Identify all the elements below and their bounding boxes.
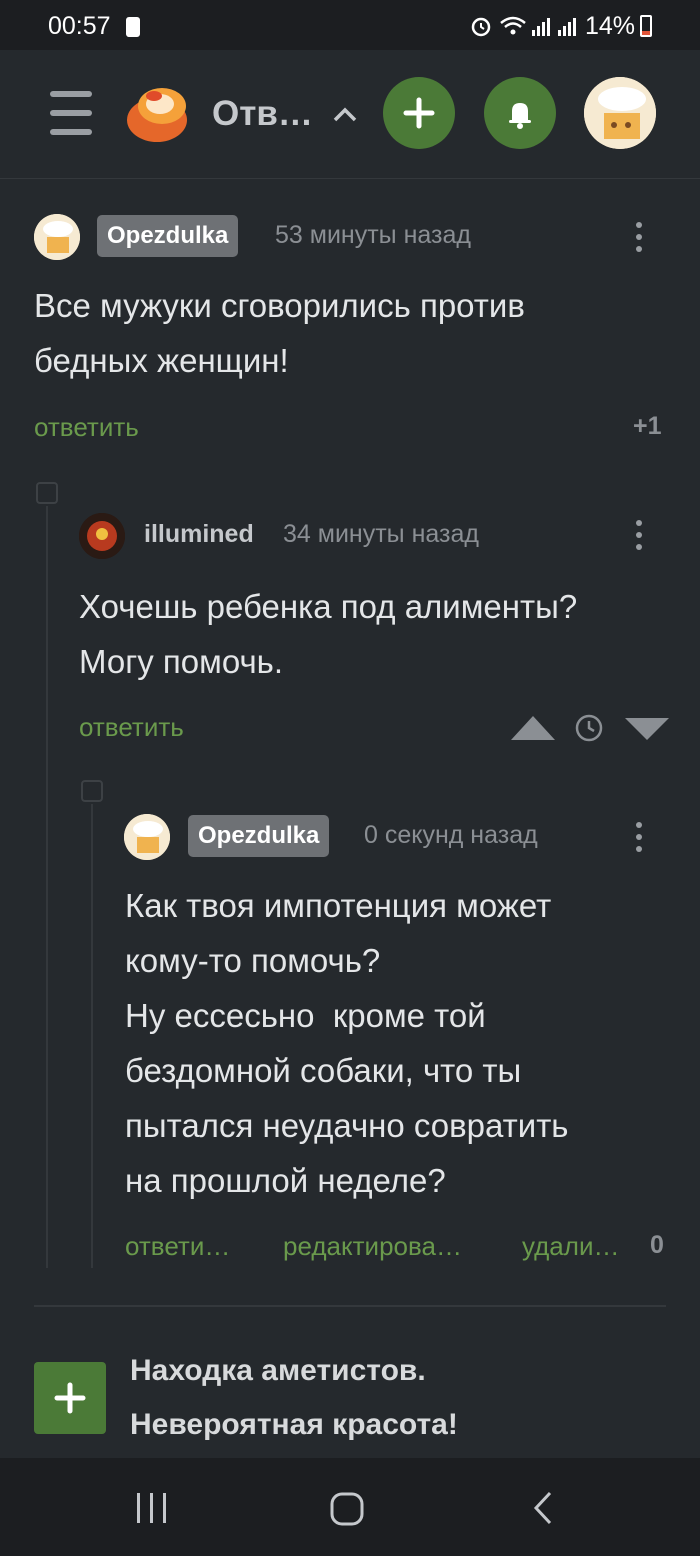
more-options-icon[interactable] xyxy=(636,822,644,858)
more-options-icon[interactable] xyxy=(636,222,644,258)
thread-line xyxy=(46,506,48,1268)
avatar[interactable] xyxy=(34,214,80,260)
add-post-button[interactable] xyxy=(383,77,455,149)
signal-icon-1 xyxy=(532,18,550,36)
avatar[interactable] xyxy=(79,513,125,559)
notifications-button[interactable] xyxy=(484,77,556,149)
story-title[interactable]: Находка аметистов. Невероятная красота! xyxy=(130,1344,458,1452)
bell-icon xyxy=(509,103,531,129)
collapse-thread-button[interactable] xyxy=(81,780,103,802)
app-header: Отв… xyxy=(0,50,700,179)
clock-icon[interactable] xyxy=(574,713,604,743)
comment-text: Как твоя импотенция может кому-то помочь… xyxy=(125,887,569,1199)
menu-icon[interactable] xyxy=(50,91,92,135)
divider xyxy=(34,1305,666,1307)
user-avatar[interactable] xyxy=(584,77,656,149)
signal-icon-2 xyxy=(558,18,576,36)
author-name[interactable]: illumined xyxy=(144,520,254,549)
downvote-icon[interactable] xyxy=(625,716,669,742)
comment-time: 0 секунд назад xyxy=(364,821,538,849)
more-options-icon[interactable] xyxy=(636,520,644,556)
pikabu-logo[interactable] xyxy=(124,82,190,144)
expand-story-button[interactable] xyxy=(34,1362,106,1434)
battery-icon xyxy=(640,15,652,37)
comment-rating: +1 xyxy=(633,412,662,440)
plus-icon xyxy=(54,1382,86,1414)
thread-line xyxy=(91,804,93,1268)
status-bar: 00:57 14% xyxy=(0,0,700,50)
page-title[interactable]: Отв… xyxy=(212,94,313,134)
upvote-icon[interactable] xyxy=(511,714,555,742)
plus-icon xyxy=(403,97,435,129)
collapse-thread-button[interactable] xyxy=(36,482,58,504)
system-nav-bar xyxy=(0,1458,700,1556)
delete-link[interactable]: удали… xyxy=(522,1231,619,1262)
battery-percent: 14% xyxy=(585,12,636,40)
comment-time: 53 минуты назад xyxy=(275,221,471,249)
notification-icon xyxy=(126,17,140,37)
chevron-up-icon[interactable] xyxy=(332,105,358,123)
avatar[interactable] xyxy=(124,814,170,860)
edit-link[interactable]: редактирова… xyxy=(283,1231,462,1262)
reply-link[interactable]: ответить xyxy=(79,712,184,743)
recent-apps-icon[interactable] xyxy=(133,1491,171,1525)
author-badge[interactable]: Opezdulka xyxy=(188,815,330,857)
home-icon[interactable] xyxy=(329,1491,365,1527)
author-badge[interactable]: Opezdulka xyxy=(97,215,239,257)
status-time: 00:57 xyxy=(48,12,111,40)
comment-rating: 0 xyxy=(650,1231,664,1259)
comment-time: 34 минуты назад xyxy=(283,520,479,548)
wifi-icon xyxy=(500,16,526,35)
alarm-icon xyxy=(471,17,491,37)
reply-link[interactable]: ответить xyxy=(34,412,139,443)
comment-text: Хочешь ребенка под алименты? Могу помочь… xyxy=(79,588,578,680)
reply-link[interactable]: ответи… xyxy=(125,1231,230,1262)
back-icon[interactable] xyxy=(530,1490,556,1526)
comment-text: Все мужуки сговорились против бедных жен… xyxy=(34,287,525,379)
